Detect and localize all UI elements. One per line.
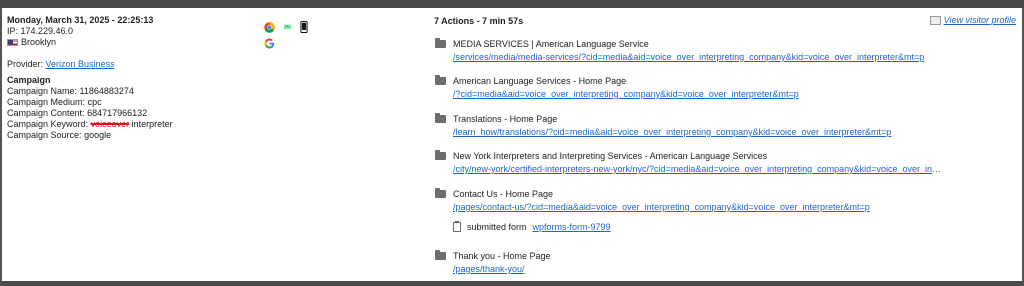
campaign-keyword-redacted: voiceover [90,119,130,129]
action-url-link[interactable]: /learn_how/translations/?cid=media&aid=v… [453,127,943,137]
profile-card-icon [929,15,941,25]
folder-icon [435,38,446,48]
mobile-phone-icon [300,21,308,33]
campaign-medium-label: Campaign Medium: [7,97,86,107]
action-url-link[interactable]: /pages/thank-you/ [453,264,943,274]
location: Brooklyn [7,37,257,48]
google-icon [264,38,275,49]
action-url-link[interactable]: /city/new-york/certified-interpreters-ne… [453,164,943,174]
campaign-keyword-label: Campaign Keyword: [7,119,89,129]
provider-row: Provider: Verizon Business [7,59,257,70]
campaign-source-row: Campaign Source: google [7,130,257,141]
campaign-content-value: 684717966132 [87,108,148,118]
session-datetime: Monday, March 31, 2025 - 22:25:13 [7,15,154,25]
action-url-link[interactable]: /services/media/media-services/?cid=medi… [453,52,943,62]
campaign-content-row: Campaign Content: 684717966132 [7,108,257,119]
folder-icon [435,250,446,260]
action-title: Translations - Home Page [453,114,558,124]
action-title: American Language Services - Home Page [453,76,627,86]
action-url-link[interactable]: /pages/contact-us/?cid=media&aid=voice_o… [453,202,943,212]
device-icons [264,21,308,33]
campaign-medium-row: Campaign Medium: cpc [7,97,257,108]
campaign-heading: Campaign [7,75,51,85]
submitted-form-link[interactable]: wpforms-form-9799 [533,222,611,232]
location-city: Brooklyn [21,37,57,47]
campaign-keyword-value: interpreter [131,119,173,129]
campaign-name-label: Campaign Name: [7,86,78,96]
android-icon [283,23,292,29]
campaign-keyword-row: Campaign Keyword: voiceover interpreter [7,119,257,130]
action-url-link[interactable]: /?cid=media&aid=voice_over_interpreting_… [453,89,943,99]
action-title: Thank you - Home Page [453,251,551,261]
search-engine-icons [264,38,275,51]
view-visitor-profile-link[interactable]: View visitor profile [929,15,1016,25]
action-title: Contact Us - Home Page [453,189,554,199]
campaign-name-row: Campaign Name: 11864883274 [7,86,257,97]
submitted-form-label: submitted form [467,222,527,232]
form-submission: submitted form wpforms-form-9799 [453,221,611,232]
action-title: New York Interpreters and Interpreting S… [453,151,768,161]
campaign-content-label: Campaign Content: [7,108,85,118]
view-visitor-profile-label: View visitor profile [943,15,1016,25]
folder-icon [435,75,446,85]
action-title: MEDIA SERVICES | American Language Servi… [453,39,649,49]
us-flag-icon [7,39,18,46]
visit-panel: Monday, March 31, 2025 - 22:25:13 IP: 17… [0,8,1024,281]
folder-icon [435,188,446,198]
ip-address: IP: 174.229.46.0 [7,26,74,36]
campaign-source-label: Campaign Source: [7,130,82,140]
clipboard-icon [453,221,461,232]
folder-icon [435,113,446,123]
provider-label: Provider: [7,59,44,69]
chrome-icon [264,21,275,33]
campaign-source-value: google [84,130,112,140]
provider-link[interactable]: Verizon Business [46,59,115,69]
campaign-name-value: 11864883274 [79,86,134,96]
session-details: Monday, March 31, 2025 - 22:25:13 IP: 17… [7,15,257,141]
folder-icon [435,150,446,160]
campaign-medium-value: cpc [87,97,102,107]
